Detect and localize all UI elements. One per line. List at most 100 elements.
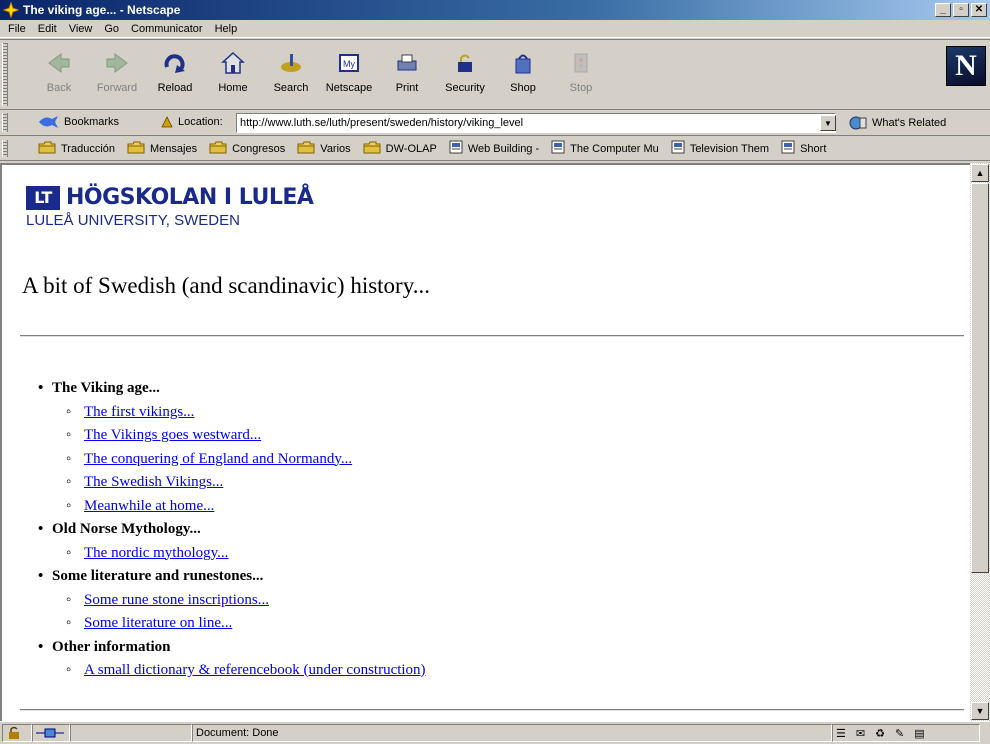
subsection-item: Some literature on line... — [38, 612, 426, 636]
window-title: The viking age... - Netscape — [23, 3, 181, 17]
history-link[interactable]: Some rune stone inscriptions... — [84, 592, 269, 608]
progress-bar — [70, 724, 192, 742]
reload-icon — [162, 50, 188, 76]
stop-label: Stop — [569, 82, 593, 94]
bookmark-page-icon — [551, 140, 565, 157]
personal-bookmark-label: Varios — [320, 142, 351, 155]
svg-text:My: My — [343, 59, 355, 69]
shop-icon — [510, 50, 536, 76]
status-text: Document: Done — [192, 724, 832, 742]
personal-bookmark-label: Traducción — [61, 142, 116, 155]
print-label: Print — [395, 82, 419, 94]
location-label-wrap: Location: — [160, 115, 223, 129]
personal-bookmark-label: DW-OLAP — [385, 142, 437, 155]
discussion-icon[interactable]: ♻ — [875, 727, 885, 740]
security-button[interactable]: Security — [436, 46, 494, 106]
scroll-up-button[interactable]: ▲ — [971, 164, 989, 182]
menu-edit[interactable]: Edit — [32, 23, 63, 35]
minimize-button[interactable]: _ — [935, 3, 951, 17]
personal-toolbar-grip[interactable] — [2, 140, 8, 157]
close-button[interactable]: ✕ — [971, 3, 987, 17]
location-toolbar: Bookmarks Location: ▼ What's Related — [0, 110, 990, 136]
reload-label: Reload — [157, 82, 193, 94]
browser-window: The viking age... - Netscape _ ▫ ✕ File E… — [0, 0, 990, 744]
composer-icon[interactable]: ✎ — [895, 727, 904, 740]
section-title: Other information — [52, 638, 171, 655]
bookmark-page-icon — [449, 140, 463, 157]
url-dropdown-button[interactable]: ▼ — [820, 115, 836, 131]
stop-button[interactable]: Stop — [552, 46, 610, 106]
search-icon — [278, 50, 304, 76]
toolbar-grip[interactable] — [2, 43, 8, 106]
menu-file[interactable]: File — [2, 23, 32, 35]
section-title: Old Norse Mythology... — [52, 521, 201, 537]
maximize-button[interactable]: ▫ — [953, 3, 969, 17]
shop-button[interactable]: Shop — [494, 46, 552, 106]
personal-bookmark-label: Short — [800, 142, 827, 155]
personal-bookmark-4[interactable]: DW-OLAP — [363, 140, 437, 157]
forward-button[interactable]: Forward — [88, 46, 146, 106]
security-icon — [452, 50, 478, 76]
netscape-button[interactable]: My Netscape — [320, 46, 378, 106]
history-link[interactable]: The conquering of England and Normandy..… — [84, 451, 352, 467]
history-link[interactable]: The nordic mythology... — [84, 545, 228, 561]
home-button[interactable]: Home — [204, 46, 262, 106]
scroll-down-button[interactable]: ▼ — [971, 702, 989, 720]
url-input[interactable] — [236, 113, 836, 133]
folder-icon — [38, 140, 56, 157]
section-title: Some literature and runestones... — [52, 568, 264, 584]
bookmarks-button[interactable]: Bookmarks — [38, 115, 119, 129]
netscape-label: Netscape — [325, 82, 373, 94]
menu-view[interactable]: View — [63, 23, 99, 35]
vertical-scrollbar[interactable]: ▲ ▼ — [970, 163, 990, 721]
search-button[interactable]: Search — [262, 46, 320, 106]
menu-communicator[interactable]: Communicator — [125, 23, 209, 35]
whats-related-button[interactable]: What's Related — [848, 115, 946, 131]
subsection-item: Meanwhile at home... — [38, 495, 426, 519]
folder-icon — [363, 140, 381, 157]
section-item: Some literature and runestones... — [38, 565, 426, 589]
netscape-icon: My — [336, 50, 362, 76]
bookmark-page-icon — [781, 140, 795, 157]
history-link[interactable]: The first vikings... — [84, 404, 194, 420]
personal-bookmark-label: Mensajes — [150, 142, 198, 155]
netscape-star-icon — [3, 2, 19, 18]
back-button[interactable]: Back — [30, 46, 88, 106]
location-icon — [161, 116, 173, 128]
personal-bookmark-0[interactable]: Traducción — [38, 140, 115, 157]
navigator-icon[interactable]: ☰ — [836, 727, 846, 740]
history-link[interactable]: The Swedish Vikings... — [84, 474, 223, 490]
print-icon — [394, 50, 420, 76]
history-link[interactable]: Meanwhile at home... — [84, 498, 214, 514]
location-grip[interactable] — [2, 113, 8, 132]
personal-bookmark-3[interactable]: Varios — [297, 140, 351, 157]
security-lock-icon[interactable] — [2, 724, 32, 742]
title-bar[interactable]: The viking age... - Netscape _ ▫ ✕ — [0, 0, 990, 20]
personal-bookmark-8[interactable]: Short — [781, 140, 826, 157]
personal-bookmark-1[interactable]: Mensajes — [127, 140, 197, 157]
back-arrow-icon — [46, 50, 72, 76]
scroll-thumb[interactable] — [971, 183, 989, 573]
university-logo: LT HÖGSKOLAN I LULEÅ LULEÅ UNIVERSITY, S… — [26, 185, 314, 229]
security-label: Security — [445, 82, 485, 94]
menu-go[interactable]: Go — [98, 23, 125, 35]
navigation-toolbar: Back Forward Reload Home Search My Netscape Pri… — [0, 39, 990, 110]
page-content: LT HÖGSKOLAN I LULEÅ LULEÅ UNIVERSITY, S… — [0, 163, 970, 721]
history-link[interactable]: Some literature on line... — [84, 615, 232, 631]
bookmark-page-icon — [671, 140, 685, 157]
subsection-item: The conquering of England and Normandy..… — [38, 448, 426, 472]
divider-bottom — [20, 709, 964, 711]
reload-button[interactable]: Reload — [146, 46, 204, 106]
print-button[interactable]: Print — [378, 46, 436, 106]
personal-bookmark-6[interactable]: The Computer Mu — [551, 140, 659, 157]
history-link[interactable]: A small dictionary & referencebook (unde… — [84, 662, 426, 678]
personal-bookmark-5[interactable]: Web Building - — [449, 140, 539, 157]
history-link[interactable]: The Vikings goes westward... — [84, 427, 261, 443]
menu-help[interactable]: Help — [209, 23, 244, 35]
personal-bookmark-7[interactable]: Television Them — [671, 140, 769, 157]
personal-bookmark-2[interactable]: Congresos — [209, 140, 285, 157]
subsection-item: A small dictionary & referencebook (unde… — [38, 659, 426, 683]
mail-icon[interactable]: ✉ — [856, 727, 865, 740]
netscape-logo[interactable]: N — [946, 46, 986, 86]
addressbook-icon[interactable]: ▤ — [914, 727, 924, 740]
